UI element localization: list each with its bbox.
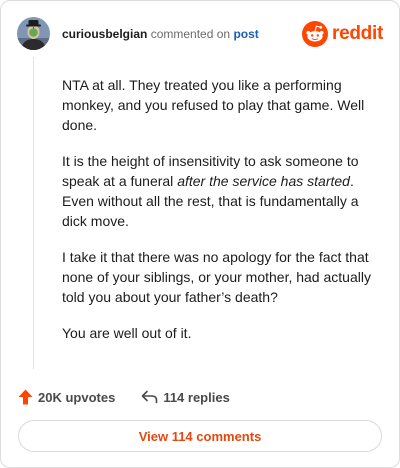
reddit-wordmark: reddit: [332, 23, 383, 44]
comment-meta: curiousbelgian commented on post: [62, 27, 259, 41]
comment-header: curiousbelgian commented on post reddit: [17, 17, 383, 51]
paragraph-1-text: NTA at all. They treated you like a perf…: [62, 77, 365, 133]
replies-count: 114 replies: [163, 389, 230, 405]
post-link[interactable]: post: [233, 27, 258, 41]
comment-paragraph-4: You are well out of it.: [62, 323, 380, 343]
upvote-arrow-icon: [18, 389, 33, 405]
reddit-alien-icon: [302, 21, 329, 47]
view-comments-button[interactable]: View 114 comments: [18, 420, 382, 452]
reply-arrow-icon: [142, 390, 158, 404]
commented-on-text: commented on: [150, 27, 231, 41]
upvote-count: 20K upvotes: [38, 389, 116, 405]
paragraph-2-emphasis: after the service has started: [177, 173, 350, 189]
comment-body: NTA at all. They treated you like a perf…: [62, 75, 380, 359]
comment-paragraph-2: It is the height of insensitivity to ask…: [62, 151, 380, 231]
comment-footer: 20K upvotes 114 replies: [18, 387, 230, 407]
user-avatar[interactable]: [17, 17, 50, 50]
comment-paragraph-3: I take it that there was no apology for …: [62, 247, 380, 307]
upvote-button[interactable]: 20K upvotes: [18, 389, 115, 405]
comment-paragraph-1: NTA at all. They treated you like a perf…: [62, 75, 380, 135]
comment-card: curiousbelgian commented on post reddit …: [0, 0, 400, 468]
replies-button[interactable]: 114 replies: [141, 390, 230, 405]
paragraph-4-text: You are well out of it.: [62, 325, 192, 341]
paragraph-3-text: I take it that there was no apology for …: [62, 249, 371, 305]
username-link[interactable]: curiousbelgian: [62, 27, 147, 41]
thread-line: [33, 57, 34, 369]
reddit-logo[interactable]: reddit: [302, 21, 383, 47]
